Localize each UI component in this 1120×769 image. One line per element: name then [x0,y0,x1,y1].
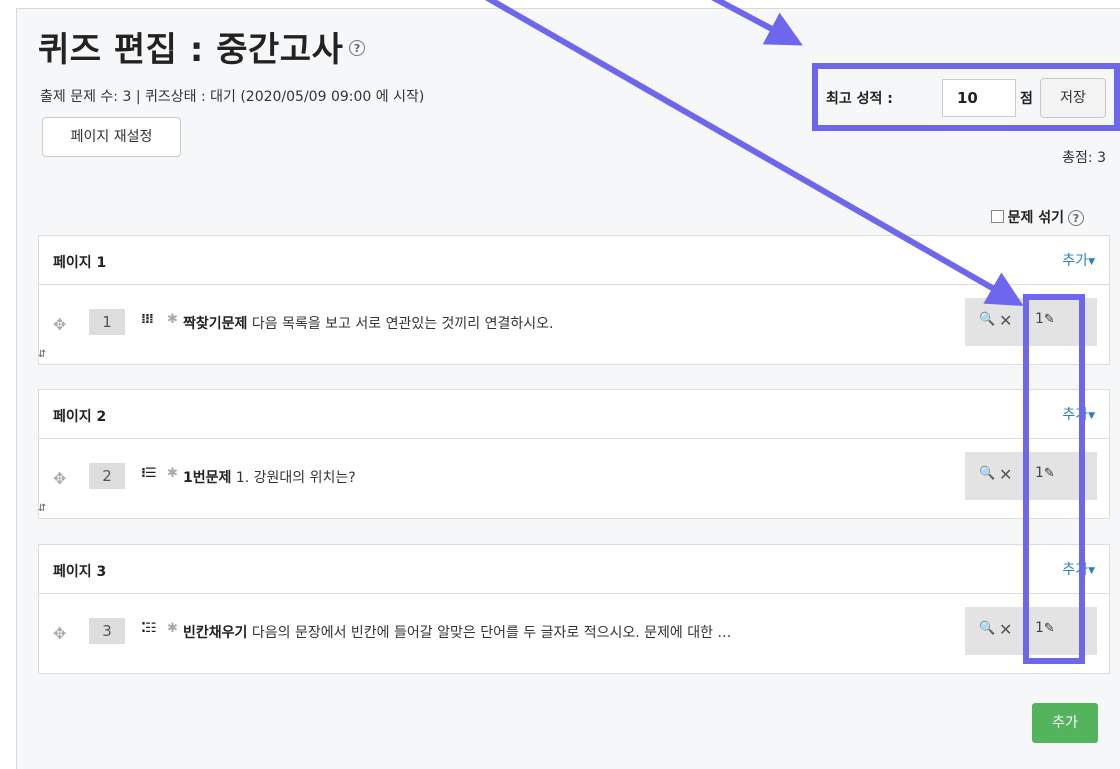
arrow-to-marks [484,0,1024,306]
arrow-to-grade [711,0,803,46]
annotation-arrows [484,0,1024,306]
